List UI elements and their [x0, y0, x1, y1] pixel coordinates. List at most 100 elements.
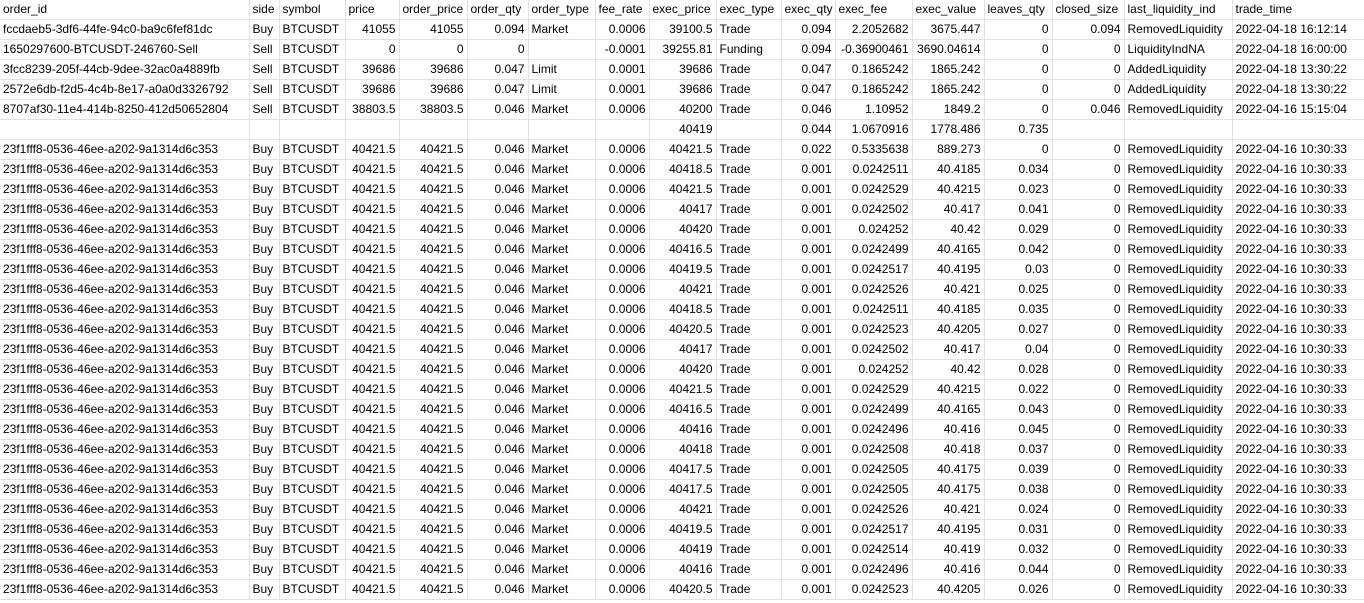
cell-side[interactable]: Buy — [249, 299, 280, 320]
cell-exec-value[interactable]: 40.417 — [912, 199, 985, 220]
cell-exec-fee[interactable]: 0.5335638 — [835, 139, 913, 160]
cell-price[interactable]: 40421.5 — [345, 559, 400, 580]
cell-order-qty[interactable]: 0.046 — [467, 439, 529, 460]
cell-exec-value[interactable]: 889.273 — [912, 139, 985, 160]
cell-fee-rate[interactable]: 0.0006 — [595, 219, 650, 240]
cell-fee-rate[interactable]: 0.0006 — [595, 379, 650, 400]
cell-symbol[interactable]: BTCUSDT — [279, 439, 346, 460]
cell-price[interactable]: 40421.5 — [345, 199, 400, 220]
cell-price[interactable]: 40421.5 — [345, 159, 400, 180]
cell-order-qty[interactable]: 0.046 — [467, 459, 529, 480]
cell-order-qty[interactable]: 0.046 — [467, 259, 529, 280]
cell-exec-value[interactable]: 3690.04614 — [912, 39, 985, 60]
cell-symbol[interactable]: BTCUSDT — [279, 99, 346, 120]
cell-trade-time[interactable]: 2022-04-16 10:30:33 — [1232, 139, 1364, 160]
cell-exec-type[interactable]: Trade — [716, 539, 782, 560]
cell-last-liquidity-ind[interactable]: RemovedLiquidity — [1124, 399, 1233, 420]
cell-side[interactable]: Buy — [249, 479, 280, 500]
cell-exec-value[interactable]: 40.4165 — [912, 399, 985, 420]
cell-exec-fee[interactable]: 0.0242496 — [835, 559, 913, 580]
column-header-fee-rate[interactable]: fee_rate — [595, 0, 650, 20]
cell-exec-qty[interactable]: 0.001 — [781, 399, 836, 420]
cell-price[interactable]: 40421.5 — [345, 479, 400, 500]
cell-exec-qty[interactable]: 0.001 — [781, 559, 836, 580]
cell-fee-rate[interactable]: 0.0006 — [595, 439, 650, 460]
cell-symbol[interactable]: BTCUSDT — [279, 199, 346, 220]
cell-exec-qty[interactable]: 0.001 — [781, 419, 836, 440]
cell-price[interactable]: 40421.5 — [345, 259, 400, 280]
cell-closed-size[interactable]: 0 — [1052, 419, 1125, 440]
cell-price[interactable]: 39686 — [345, 59, 400, 80]
cell-trade-time[interactable]: 2022-04-16 10:30:33 — [1232, 159, 1364, 180]
cell-order-type[interactable]: Market — [528, 359, 596, 380]
cell-side[interactable]: Buy — [249, 259, 280, 280]
cell-exec-value[interactable]: 40.4195 — [912, 259, 985, 280]
cell-exec-qty[interactable]: 0.001 — [781, 159, 836, 180]
cell-last-liquidity-ind[interactable]: RemovedLiquidity — [1124, 579, 1233, 600]
cell-price[interactable]: 40421.5 — [345, 439, 400, 460]
cell-order-type[interactable]: Market — [528, 319, 596, 340]
cell-exec-fee[interactable]: 0.0242496 — [835, 419, 913, 440]
cell-closed-size[interactable]: 0 — [1052, 159, 1125, 180]
cell-exec-fee[interactable]: 0.0242499 — [835, 399, 913, 420]
cell-leaves-qty[interactable]: 0.032 — [984, 539, 1053, 560]
cell-exec-type[interactable]: Trade — [716, 359, 782, 380]
cell-exec-fee[interactable]: 0.0242514 — [835, 539, 913, 560]
cell-exec-price[interactable]: 40417 — [649, 199, 717, 220]
cell-leaves-qty[interactable]: 0.034 — [984, 159, 1053, 180]
cell-order-qty[interactable]: 0.047 — [467, 79, 529, 100]
cell-exec-qty[interactable]: 0.047 — [781, 79, 836, 100]
cell-order-type[interactable]: Market — [528, 199, 596, 220]
cell-order-qty[interactable]: 0.046 — [467, 359, 529, 380]
cell-exec-fee[interactable]: 0.0242517 — [835, 519, 913, 540]
cell-price[interactable]: 40421.5 — [345, 399, 400, 420]
cell-leaves-qty[interactable]: 0.026 — [984, 579, 1053, 600]
cell-closed-size[interactable]: 0 — [1052, 579, 1125, 600]
cell-price[interactable]: 40421.5 — [345, 459, 400, 480]
cell-exec-price[interactable]: 40418.5 — [649, 159, 717, 180]
cell-leaves-qty[interactable]: 0 — [984, 59, 1053, 80]
cell-exec-qty[interactable]: 0.001 — [781, 539, 836, 560]
cell-side[interactable]: Buy — [249, 499, 280, 520]
cell-closed-size[interactable]: 0 — [1052, 139, 1125, 160]
cell-exec-price[interactable]: 40416 — [649, 559, 717, 580]
cell-exec-price[interactable]: 40416.5 — [649, 399, 717, 420]
cell-leaves-qty[interactable]: 0.038 — [984, 479, 1053, 500]
cell-order-price[interactable]: 0 — [399, 39, 468, 60]
cell-price[interactable]: 38803.5 — [345, 99, 400, 120]
cell-order-price[interactable]: 40421.5 — [399, 199, 468, 220]
cell-order-price[interactable]: 40421.5 — [399, 419, 468, 440]
cell-order-price[interactable]: 40421.5 — [399, 299, 468, 320]
cell-order-qty[interactable]: 0.046 — [467, 479, 529, 500]
cell-order-qty[interactable]: 0.046 — [467, 299, 529, 320]
cell-symbol[interactable]: BTCUSDT — [279, 79, 346, 100]
cell-exec-price[interactable]: 40417.5 — [649, 459, 717, 480]
cell-order-price[interactable]: 40421.5 — [399, 539, 468, 560]
cell-exec-type[interactable]: Trade — [716, 519, 782, 540]
cell-symbol[interactable]: BTCUSDT — [279, 299, 346, 320]
cell-order-id[interactable]: 23f1fff8-0536-46ee-a202-9a1314d6c353 — [0, 539, 250, 560]
cell-order-price[interactable]: 40421.5 — [399, 139, 468, 160]
column-header-exec-value[interactable]: exec_value — [912, 0, 985, 20]
cell-order-id[interactable]: 23f1fff8-0536-46ee-a202-9a1314d6c353 — [0, 179, 250, 200]
cell-exec-type[interactable]: Trade — [716, 559, 782, 580]
cell-exec-value[interactable]: 40.4175 — [912, 479, 985, 500]
cell-symbol[interactable]: BTCUSDT — [279, 319, 346, 340]
cell-exec-price[interactable]: 40417 — [649, 339, 717, 360]
cell-price[interactable]: 40421.5 — [345, 279, 400, 300]
cell-exec-qty[interactable]: 0.001 — [781, 499, 836, 520]
cell-closed-size[interactable]: 0 — [1052, 239, 1125, 260]
cell-symbol[interactable]: BTCUSDT — [279, 159, 346, 180]
cell-fee-rate[interactable]: -0.0001 — [595, 39, 650, 60]
cell-order-type[interactable]: Market — [528, 459, 596, 480]
cell-order-qty[interactable]: 0.046 — [467, 499, 529, 520]
cell-exec-price[interactable]: 40418.5 — [649, 299, 717, 320]
column-header-leaves-qty[interactable]: leaves_qty — [984, 0, 1053, 20]
cell-exec-fee[interactable]: 0.0242511 — [835, 299, 913, 320]
cell-side[interactable]: Buy — [249, 519, 280, 540]
column-header-last-liquidity-ind[interactable]: last_liquidity_ind — [1124, 0, 1233, 20]
cell-trade-time[interactable]: 2022-04-16 10:30:33 — [1232, 439, 1364, 460]
cell-closed-size[interactable]: 0.046 — [1052, 99, 1125, 120]
cell-price[interactable]: 40421.5 — [345, 179, 400, 200]
cell-exec-qty[interactable]: 0.001 — [781, 359, 836, 380]
